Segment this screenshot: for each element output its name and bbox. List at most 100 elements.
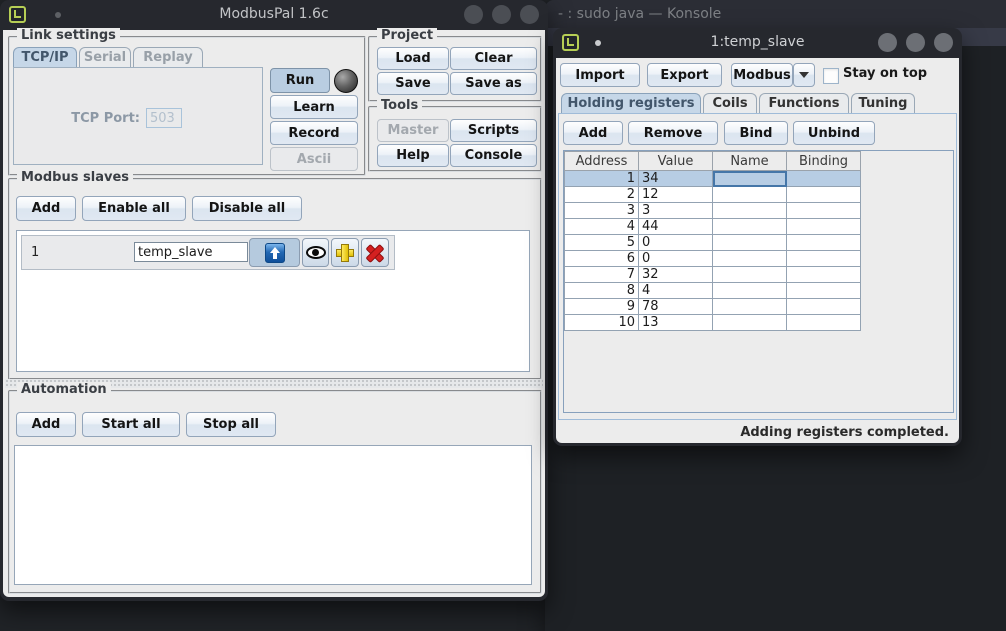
address-cell[interactable]: 9 xyxy=(565,299,639,315)
value-cell[interactable]: 4 xyxy=(639,283,713,299)
tab-replay[interactable]: Replay xyxy=(133,47,203,67)
slave-name-input[interactable] xyxy=(134,242,248,262)
value-cell[interactable]: 32 xyxy=(639,267,713,283)
name-cell[interactable] xyxy=(713,187,787,203)
address-cell[interactable]: 2 xyxy=(565,187,639,203)
register-remove-button[interactable]: Remove xyxy=(628,121,718,145)
name-cell[interactable] xyxy=(713,267,787,283)
maximize-button[interactable] xyxy=(492,5,511,24)
binding-cell[interactable] xyxy=(787,171,861,187)
table-row[interactable]: 978 xyxy=(565,299,861,315)
value-cell[interactable]: 0 xyxy=(639,251,713,267)
ascii-button[interactable]: Ascii xyxy=(270,147,358,171)
slave-delete-button[interactable] xyxy=(361,238,389,267)
save-as-button[interactable]: Save as xyxy=(450,72,537,95)
slave-view-button[interactable] xyxy=(302,238,329,267)
slave-duplicate-button[interactable] xyxy=(331,238,359,267)
table-row[interactable]: 1013 xyxy=(565,315,861,331)
column-header-address[interactable]: Address xyxy=(565,152,639,171)
column-header-value[interactable]: Value xyxy=(639,152,713,171)
save-button[interactable]: Save xyxy=(377,72,449,95)
name-cell[interactable] xyxy=(713,203,787,219)
slave-enable-toggle-button[interactable] xyxy=(249,238,300,267)
name-cell[interactable] xyxy=(713,251,787,267)
name-cell[interactable] xyxy=(713,283,787,299)
table-row[interactable]: 84 xyxy=(565,283,861,299)
modbuspal-titlebar[interactable]: ModbusPal 1.6c xyxy=(0,0,548,30)
table-row[interactable]: 60 xyxy=(565,251,861,267)
name-cell[interactable] xyxy=(713,315,787,331)
column-header-binding[interactable]: Binding xyxy=(787,152,861,171)
name-cell[interactable] xyxy=(713,219,787,235)
address-cell[interactable]: 10 xyxy=(565,315,639,331)
slave-row[interactable]: 1 xyxy=(21,235,395,270)
register-unbind-button[interactable]: Unbind xyxy=(793,121,875,145)
binding-cell[interactable] xyxy=(787,283,861,299)
table-row[interactable]: 134 xyxy=(565,171,861,187)
address-cell[interactable]: 4 xyxy=(565,219,639,235)
address-cell[interactable]: 1 xyxy=(565,171,639,187)
export-button[interactable]: Export xyxy=(647,63,722,87)
binding-cell[interactable] xyxy=(787,187,861,203)
tab-serial[interactable]: Serial xyxy=(79,47,131,67)
disable-all-button[interactable]: Disable all xyxy=(192,196,302,221)
table-row[interactable]: 50 xyxy=(565,235,861,251)
address-cell[interactable]: 7 xyxy=(565,267,639,283)
start-all-button[interactable]: Start all xyxy=(82,412,180,437)
stay-on-top-checkbox[interactable] xyxy=(823,68,839,84)
protocol-combobox-arrow-button[interactable] xyxy=(793,63,815,87)
tab-tuning[interactable]: Tuning xyxy=(851,93,915,113)
table-row[interactable]: 732 xyxy=(565,267,861,283)
maximize-button[interactable] xyxy=(906,33,925,52)
value-cell[interactable]: 12 xyxy=(639,187,713,203)
table-row[interactable]: 33 xyxy=(565,203,861,219)
record-button[interactable]: Record xyxy=(270,121,358,145)
column-header-name[interactable]: Name xyxy=(713,152,787,171)
binding-cell[interactable] xyxy=(787,315,861,331)
name-cell[interactable] xyxy=(713,171,787,187)
protocol-combobox[interactable]: Modbus xyxy=(731,63,793,87)
import-button[interactable]: Import xyxy=(560,63,640,87)
tab-tcpip[interactable]: TCP/IP xyxy=(13,47,77,67)
address-cell[interactable]: 5 xyxy=(565,235,639,251)
address-cell[interactable]: 8 xyxy=(565,283,639,299)
value-cell[interactable]: 44 xyxy=(639,219,713,235)
value-cell[interactable]: 34 xyxy=(639,171,713,187)
minimize-button[interactable] xyxy=(464,5,483,24)
value-cell[interactable]: 3 xyxy=(639,203,713,219)
address-cell[interactable]: 3 xyxy=(565,203,639,219)
scripts-button[interactable]: Scripts xyxy=(450,119,537,142)
enable-all-button[interactable]: Enable all xyxy=(82,196,186,221)
tab-coils[interactable]: Coils xyxy=(703,93,757,113)
temp-slave-titlebar[interactable]: 1:temp_slave xyxy=(553,28,962,58)
address-cell[interactable]: 6 xyxy=(565,251,639,267)
table-row[interactable]: 212 xyxy=(565,187,861,203)
name-cell[interactable] xyxy=(713,235,787,251)
register-bind-button[interactable]: Bind xyxy=(724,121,788,145)
close-button[interactable] xyxy=(520,5,539,24)
value-cell[interactable]: 13 xyxy=(639,315,713,331)
console-button[interactable]: Console xyxy=(450,144,537,167)
load-button[interactable]: Load xyxy=(377,47,449,70)
stop-all-button[interactable]: Stop all xyxy=(186,412,276,437)
binding-cell[interactable] xyxy=(787,219,861,235)
tab-holding-registers[interactable]: Holding registers xyxy=(561,93,701,113)
binding-cell[interactable] xyxy=(787,203,861,219)
tcp-port-input[interactable] xyxy=(146,108,182,128)
value-cell[interactable]: 78 xyxy=(639,299,713,315)
slave-add-button[interactable]: Add xyxy=(16,196,76,221)
binding-cell[interactable] xyxy=(787,299,861,315)
master-button[interactable]: Master xyxy=(377,119,449,142)
name-cell[interactable] xyxy=(713,299,787,315)
close-button[interactable] xyxy=(934,33,953,52)
register-add-button[interactable]: Add xyxy=(563,121,623,145)
run-button[interactable]: Run xyxy=(270,68,330,93)
tab-functions[interactable]: Functions xyxy=(759,93,849,113)
help-button[interactable]: Help xyxy=(377,144,449,167)
value-cell[interactable]: 0 xyxy=(639,235,713,251)
binding-cell[interactable] xyxy=(787,251,861,267)
table-row[interactable]: 444 xyxy=(565,219,861,235)
learn-button[interactable]: Learn xyxy=(270,95,358,119)
clear-button[interactable]: Clear xyxy=(450,47,537,70)
binding-cell[interactable] xyxy=(787,235,861,251)
